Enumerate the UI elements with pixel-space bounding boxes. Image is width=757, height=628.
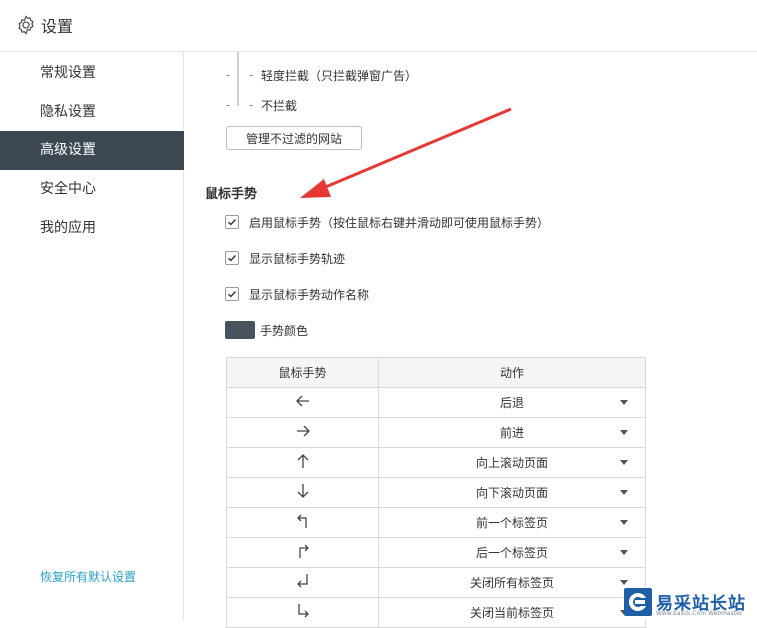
watermark-subtext: Www.Easck.Com Webmaster xyxy=(656,610,743,617)
annotation-arrow-icon xyxy=(300,107,512,198)
watermark-logo-icon xyxy=(624,588,652,616)
watermark: 易采站长站 Www.Easck.Com Webmaster xyxy=(624,586,757,620)
